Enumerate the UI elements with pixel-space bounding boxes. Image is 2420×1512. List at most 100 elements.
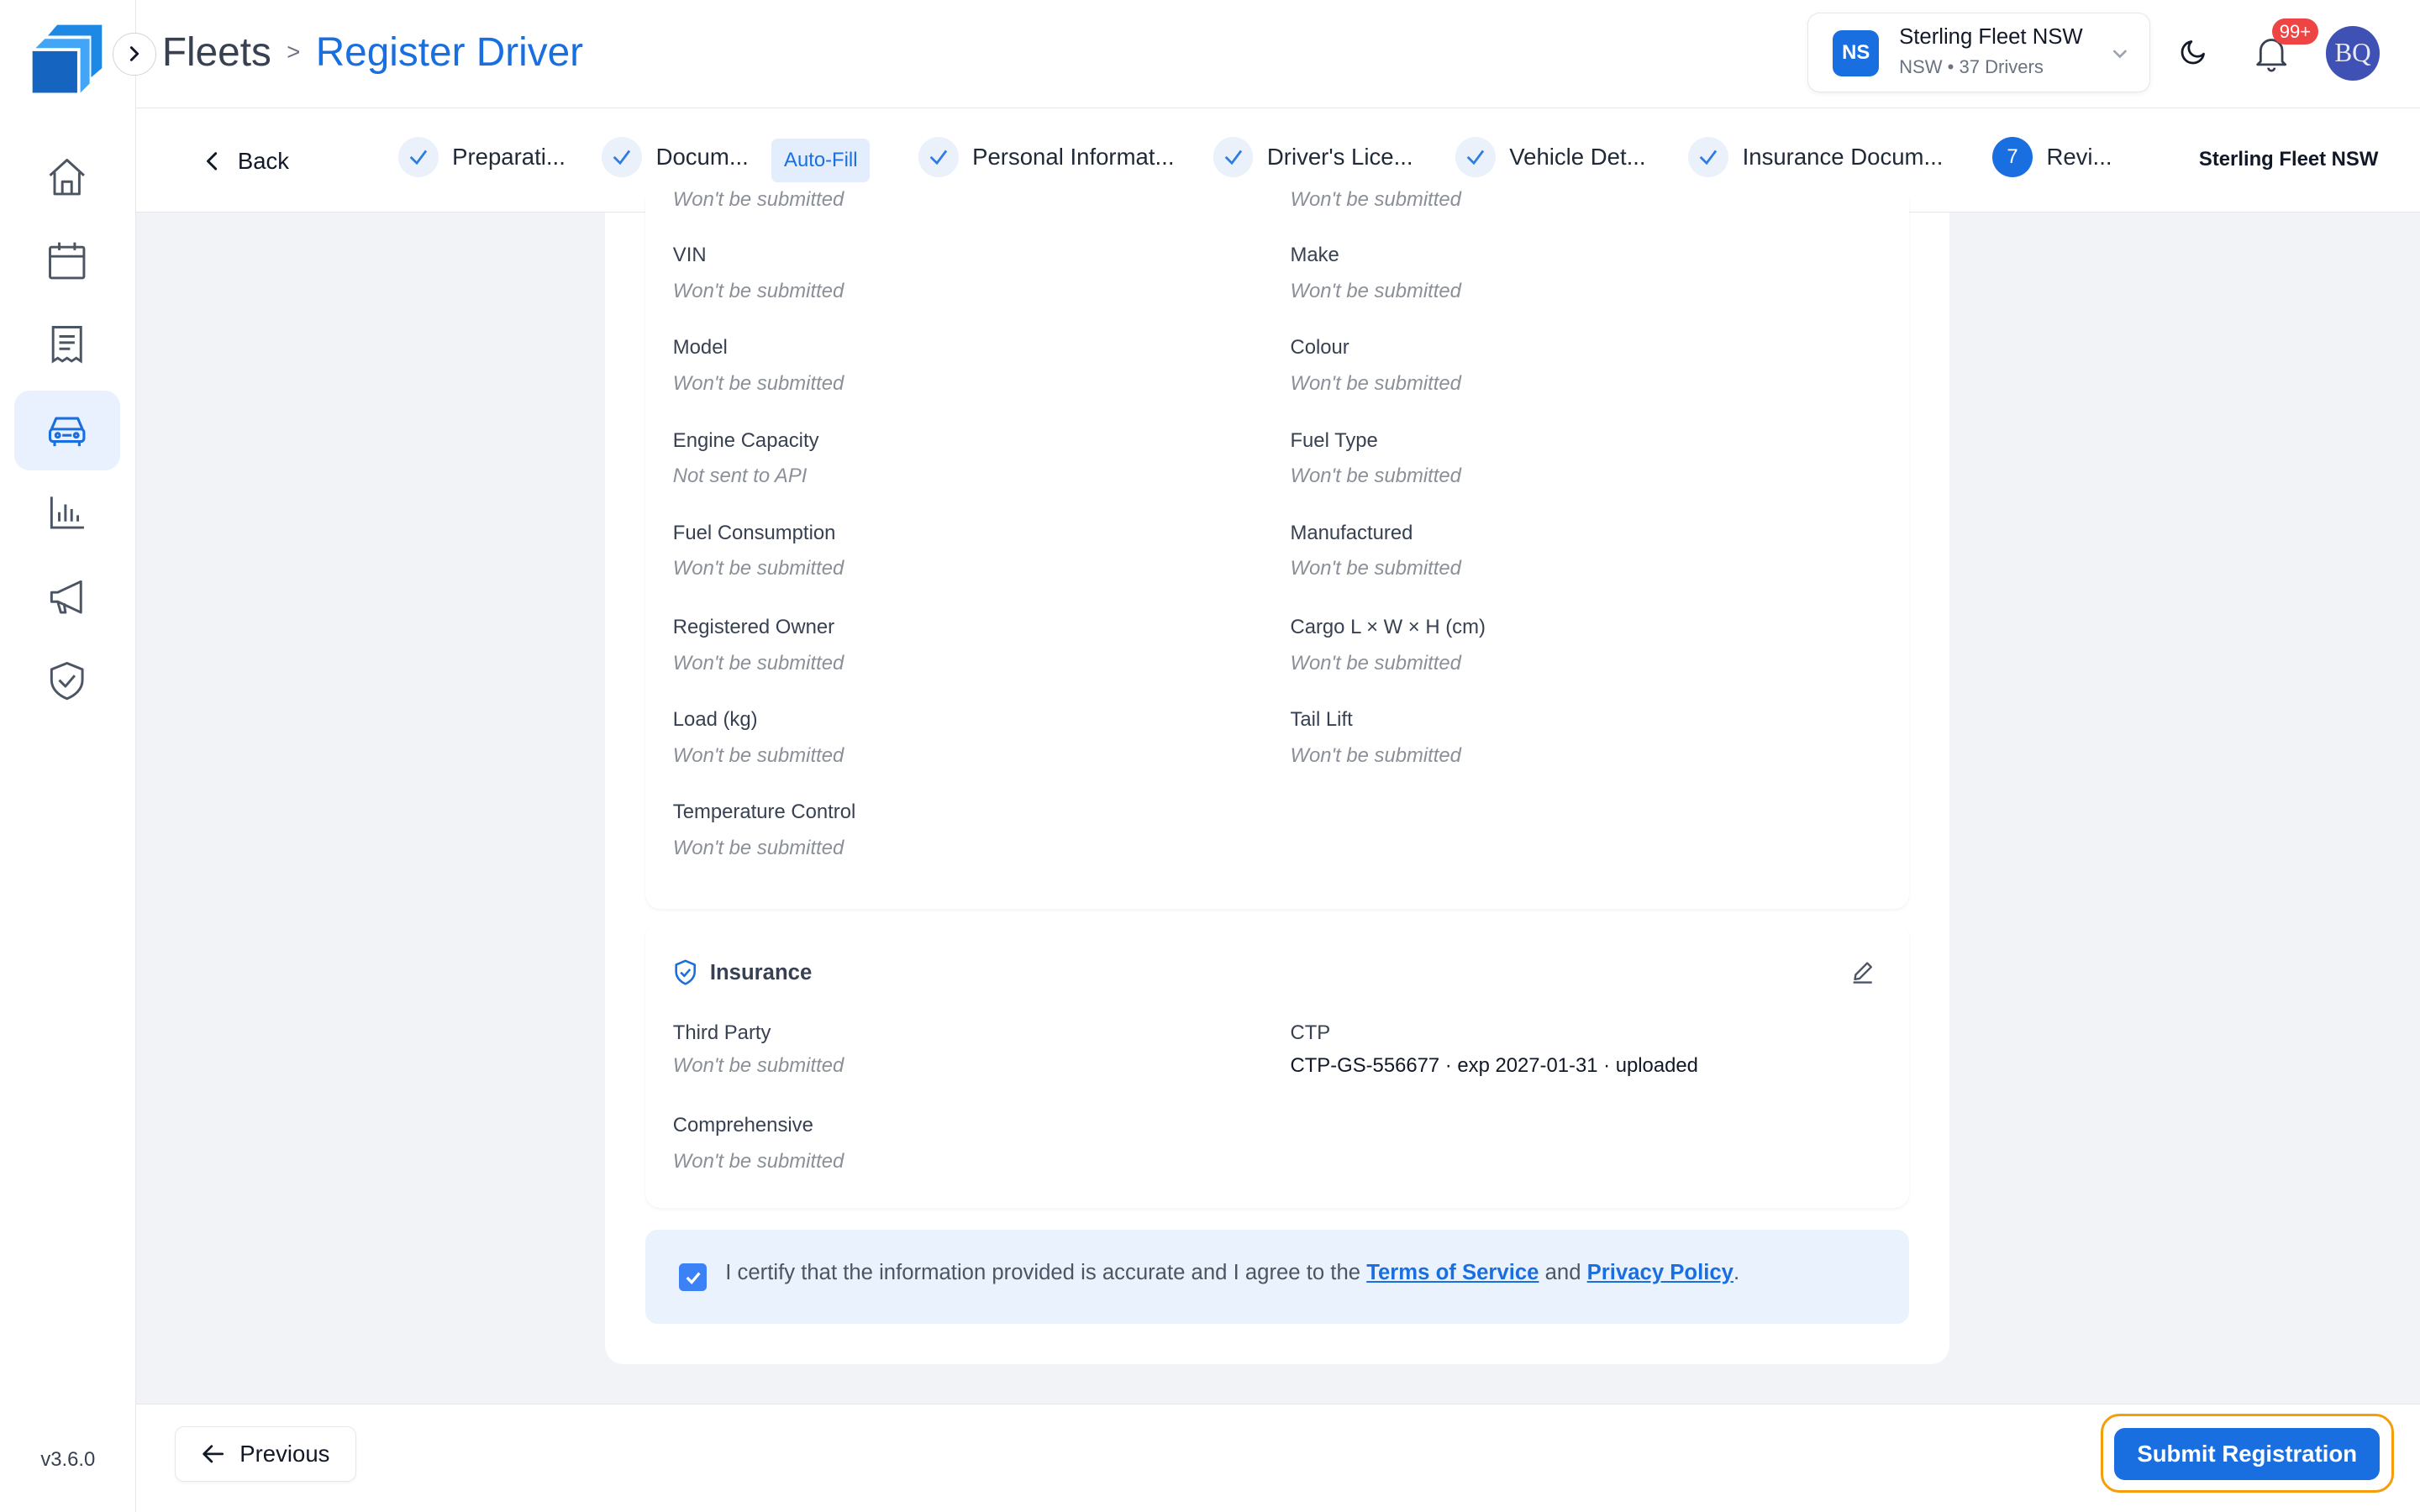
check-icon <box>602 137 643 178</box>
step-label: Preparati... <box>452 144 566 171</box>
home-icon <box>45 155 88 198</box>
field-value: Won't be submitted <box>672 1053 844 1077</box>
step-label: Revi... <box>2046 144 2112 171</box>
sidebar-item-home[interactable] <box>14 137 121 218</box>
user-avatar[interactable]: BQ <box>2325 26 2381 81</box>
field-ctp: CTP CTP-GS-556677 · exp 2027-01-31 · upl… <box>1290 1021 1697 1078</box>
car-icon <box>45 409 88 452</box>
breadcrumb-fleets[interactable]: Fleets <box>162 29 271 76</box>
field-value: Won't be submitted <box>1290 188 1461 212</box>
field-vin: VIN Won't be submitted <box>673 244 844 303</box>
check-icon <box>1688 137 1729 178</box>
previous-button[interactable]: Previous <box>174 1426 357 1483</box>
sidebar-item-vehicles[interactable] <box>13 390 121 471</box>
step-number: 7 <box>1992 137 2033 178</box>
step-label: Personal Informat... <box>972 144 1175 171</box>
field-value: Not sent to API <box>672 465 808 488</box>
sidebar-item-announcements[interactable] <box>14 557 121 638</box>
field-make: Make Won't be submitted <box>1290 244 1460 303</box>
field-label: Third Party <box>672 1021 771 1044</box>
app-version: v3.6.0 <box>40 1448 96 1472</box>
field-comprehensive: Comprehensive Won't be submitted <box>673 1114 844 1173</box>
shield-check-icon <box>673 959 697 986</box>
field-registered-owner: Registered Owner Won't be submitted <box>673 616 844 675</box>
field-engine-capacity: Engine Capacity Not sent to API <box>673 429 819 489</box>
chevron-right-icon <box>125 45 144 63</box>
certification-box: I certify that the information provided … <box>644 1229 1909 1324</box>
shield-check-icon <box>45 659 88 701</box>
check-icon <box>397 137 439 178</box>
sidebar-item-calendar[interactable] <box>14 221 121 302</box>
edit-insurance-button[interactable] <box>1850 959 1875 984</box>
insurance-heading: Insurance <box>673 959 813 986</box>
sidebar: v3.6.0 <box>0 0 156 1512</box>
step-label: Docum... <box>655 144 749 171</box>
step-label: Vehicle Det... <box>1509 144 1646 171</box>
org-subtitle: NSW • 37 Drivers <box>1899 56 2044 78</box>
step-label: Insurance Docum... <box>1742 144 1944 171</box>
field-value: Won't be submitted <box>1290 465 1461 488</box>
field-label: Registered Owner <box>672 615 835 638</box>
field-cargo-dimensions: Cargo L × W × H (cm) Won't be submitted <box>1290 616 1485 675</box>
field-label: Manufactured <box>1290 521 1413 544</box>
field-value: Won't be submitted <box>1290 279 1461 302</box>
field-colour: Colour Won't be submitted <box>1290 336 1460 396</box>
submit-registration-button[interactable]: Submit Registration <box>2114 1427 2381 1481</box>
check-icon <box>918 137 959 178</box>
certify-period: . <box>1733 1260 1740 1284</box>
field-label: Cargo L × W × H (cm) <box>1290 615 1486 638</box>
field-fuel-type: Fuel Type Won't be submitted <box>1290 429 1460 489</box>
sidebar-expand-button[interactable] <box>113 32 156 76</box>
certify-and-text: and <box>1544 1260 1581 1284</box>
step-insurance-documents[interactable]: Insurance Docum... <box>1688 137 1944 178</box>
step-preparation[interactable]: Preparati... <box>397 137 566 178</box>
pencil-icon <box>1850 959 1875 984</box>
back-button[interactable]: Back <box>203 148 289 175</box>
breadcrumb: Fleets > Register Driver <box>162 29 583 76</box>
chevron-down-icon <box>2109 43 2131 65</box>
step-review[interactable]: 7 Revi... <box>1992 137 2112 178</box>
field-label: Temperature Control <box>672 801 856 824</box>
field-label: Load (kg) <box>672 708 758 732</box>
field-value: Won't be submitted <box>672 743 844 767</box>
stepper-org-label: Sterling Fleet NSW <box>2198 148 2379 171</box>
check-icon <box>1455 137 1496 178</box>
dark-mode-toggle[interactable] <box>2181 37 2208 65</box>
field-label: Colour <box>1290 336 1349 360</box>
step-personal-information[interactable]: Personal Informat... <box>918 137 1175 178</box>
field-manufactured: Manufactured Won't be submitted <box>1290 522 1460 581</box>
sidebar-item-documents[interactable] <box>14 304 121 385</box>
field-label: VIN <box>672 244 707 267</box>
auto-fill-button[interactable]: Auto-Fill <box>771 139 871 182</box>
field-label: Comprehensive <box>672 1114 813 1137</box>
section-title: Insurance <box>709 960 813 984</box>
megaphone-icon <box>45 575 88 618</box>
field-value: Won't be submitted <box>672 836 844 859</box>
field-label: Engine Capacity <box>672 428 819 452</box>
step-documents[interactable]: Docum... <box>602 137 749 178</box>
step-label: Driver's Lice... <box>1266 144 1413 171</box>
previous-label: Previous <box>239 1441 330 1467</box>
check-icon <box>1213 137 1254 178</box>
certify-checkbox[interactable] <box>679 1263 708 1292</box>
field-fuel-consumption: Fuel Consumption Won't be submitted <box>673 522 844 581</box>
back-label: Back <box>237 148 290 175</box>
field-temperature-control: Temperature Control Won't be submitted <box>673 801 855 860</box>
field-third-party: Third Party Won't be submitted <box>673 1021 844 1078</box>
certify-text: I certify that the information provided … <box>725 1260 1361 1284</box>
field-value: Won't be submitted <box>1290 557 1461 580</box>
step-drivers-licence[interactable]: Driver's Lice... <box>1213 137 1413 178</box>
sidebar-item-compliance[interactable] <box>14 640 121 721</box>
app-logo[interactable] <box>29 22 103 96</box>
privacy-policy-link[interactable]: Privacy Policy <box>1587 1261 1733 1284</box>
terms-of-service-link[interactable]: Terms of Service <box>1366 1261 1539 1284</box>
vehicle-details-section: Won't be submitted Won't be submitted VI… <box>644 188 1909 909</box>
field-label: Fuel Consumption <box>672 521 836 544</box>
step-vehicle-details[interactable]: Vehicle Det... <box>1455 137 1646 178</box>
chevron-left-icon <box>203 150 222 172</box>
arrow-left-icon <box>201 1443 225 1465</box>
field-value: Won't be submitted <box>672 188 844 212</box>
sidebar-item-reports[interactable] <box>14 472 121 553</box>
org-switcher[interactable]: NS Sterling Fleet NSW NSW • 37 Drivers <box>1807 12 2150 93</box>
field-value: Won't be submitted <box>672 372 844 396</box>
